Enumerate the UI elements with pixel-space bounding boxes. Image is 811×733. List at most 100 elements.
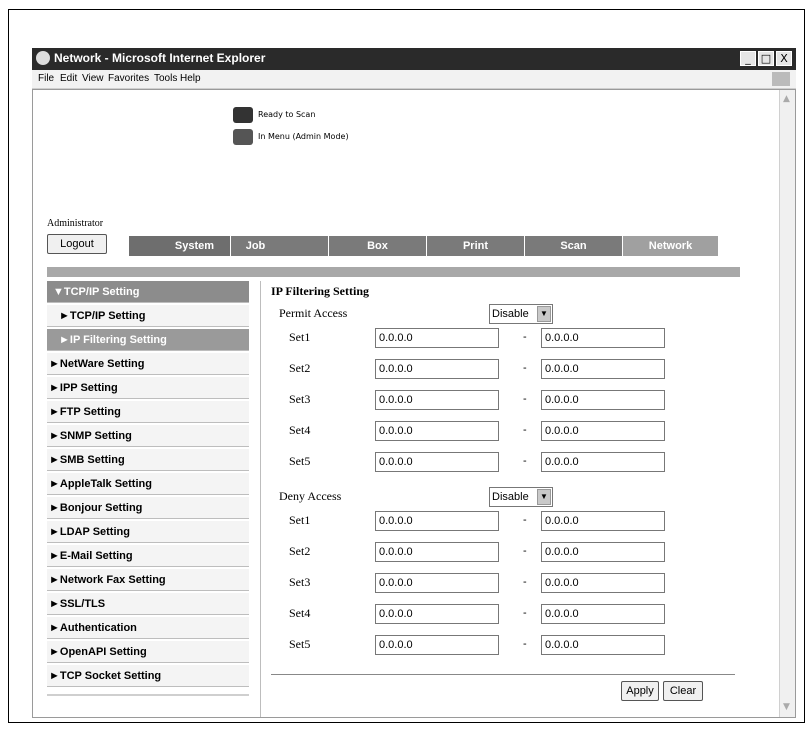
permit-set1-from-field[interactable]: 0.0.0.0 — [375, 328, 499, 348]
deny-set2-label: Set2 — [289, 544, 311, 558]
menu-tools[interactable]: Tools — [154, 73, 177, 84]
permit-set1-label: Set1 — [289, 330, 311, 344]
deny-set1-label: Set1 — [289, 513, 311, 527]
sidebar-item-tcpip-group[interactable]: ▼TCP/IP Setting — [47, 281, 249, 303]
deny-set4-dash: - — [523, 607, 527, 619]
permit-access-select[interactable]: Disable ▼ — [489, 304, 553, 324]
menu-file[interactable]: File — [38, 73, 54, 84]
sidebar-item-snmp[interactable]: ►SNMP Setting — [47, 425, 249, 447]
clear-button[interactable]: Clear — [663, 681, 703, 701]
browser-window: Network - Microsoft Internet Explorer _ … — [32, 48, 796, 718]
sidebar-item-ip-filtering[interactable]: ►IP Filtering Setting — [47, 329, 249, 351]
sidebar-item-openapi[interactable]: ►OpenAPI Setting — [47, 641, 249, 663]
logout-button[interactable]: Logout — [47, 234, 107, 254]
tab-system[interactable]: System — [129, 236, 231, 256]
scanner-icon — [233, 107, 253, 123]
windows-flag-icon — [772, 72, 790, 86]
deny-set1-from-field[interactable]: 0.0.0.0 — [375, 511, 499, 531]
permit-set4-label: Set4 — [289, 423, 311, 437]
permit-set1-to-field[interactable]: 0.0.0.0 — [541, 328, 665, 348]
menu-bar: File Edit View Favorites Tools Help — [32, 70, 796, 89]
tab-network[interactable]: Network — [623, 236, 719, 256]
tab-box[interactable]: Box — [329, 236, 427, 256]
sidebar-item-netware[interactable]: ►NetWare Setting — [47, 353, 249, 375]
permit-set2-from-field[interactable]: 0.0.0.0 — [375, 359, 499, 379]
status-admin-mode: In Menu (Admin Mode) — [258, 132, 349, 141]
status-ready: Ready to Scan — [258, 110, 316, 119]
deny-set5-from-field[interactable]: 0.0.0.0 — [375, 635, 499, 655]
permit-set5-dash: - — [523, 455, 527, 467]
sidebar-bottom-divider — [47, 694, 249, 696]
permit-set5-from-field[interactable]: 0.0.0.0 — [375, 452, 499, 472]
permit-set3-from-field[interactable]: 0.0.0.0 — [375, 390, 499, 410]
permit-select-value: Disable — [492, 308, 529, 320]
chevron-down-icon[interactable]: ▼ — [537, 306, 551, 322]
deny-set5-to-field[interactable]: 0.0.0.0 — [541, 635, 665, 655]
permit-set2-label: Set2 — [289, 361, 311, 375]
deny-access-label: Deny Access — [279, 489, 342, 503]
deny-select-value: Disable — [492, 491, 529, 503]
warning-icon — [233, 129, 253, 145]
permit-set2-to-field[interactable]: 0.0.0.0 — [541, 359, 665, 379]
tab-job[interactable]: Job — [231, 236, 329, 256]
maximize-button[interactable]: □ — [758, 51, 774, 66]
permit-set3-to-field[interactable]: 0.0.0.0 — [541, 390, 665, 410]
sidebar-item-tcp-socket[interactable]: ►TCP Socket Setting — [47, 665, 249, 687]
menu-help[interactable]: Help — [180, 73, 201, 84]
deny-set4-to-field[interactable]: 0.0.0.0 — [541, 604, 665, 624]
deny-set2-dash: - — [523, 545, 527, 557]
sidebar-item-email[interactable]: ►E-Mail Setting — [47, 545, 249, 567]
sidebar-item-ldap[interactable]: ►LDAP Setting — [47, 521, 249, 543]
sidebar-item-tcpip[interactable]: ►TCP/IP Setting — [47, 305, 249, 327]
permit-set4-dash: - — [523, 424, 527, 436]
sidebar-item-ssl-tls[interactable]: ►SSL/TLS — [47, 593, 249, 615]
tab-scan[interactable]: Scan — [525, 236, 623, 256]
content-divider — [260, 281, 261, 717]
menu-view[interactable]: View — [82, 73, 104, 84]
deny-set2-from-field[interactable]: 0.0.0.0 — [375, 542, 499, 562]
window-title: Network - Microsoft Internet Explorer — [54, 51, 266, 65]
deny-set1-to-field[interactable]: 0.0.0.0 — [541, 511, 665, 531]
apply-button[interactable]: Apply — [621, 681, 659, 701]
user-role: Administrator — [47, 218, 104, 229]
scroll-down-icon[interactable]: ▼ — [783, 702, 790, 712]
tab-print[interactable]: Print — [427, 236, 525, 256]
sidebar-item-network-fax[interactable]: ►Network Fax Setting — [47, 569, 249, 591]
deny-set5-label: Set5 — [289, 637, 311, 651]
permit-set4-to-field[interactable]: 0.0.0.0 — [541, 421, 665, 441]
permit-access-label: Permit Access — [279, 306, 348, 320]
permit-set3-dash: - — [523, 393, 527, 405]
deny-set1-dash: - — [523, 514, 527, 526]
scroll-up-icon[interactable]: ▲ — [783, 94, 790, 104]
page-content: ▲ ▼ Ready to Scan In Menu (Admin Mode) A… — [32, 89, 796, 718]
sidebar-item-appletalk[interactable]: ►AppleTalk Setting — [47, 473, 249, 495]
sidebar-item-ipp[interactable]: ►IPP Setting — [47, 377, 249, 399]
form-divider — [271, 674, 735, 675]
menu-favorites[interactable]: Favorites — [108, 73, 149, 84]
permit-set5-to-field[interactable]: 0.0.0.0 — [541, 452, 665, 472]
deny-set4-from-field[interactable]: 0.0.0.0 — [375, 604, 499, 624]
minimize-button[interactable]: _ — [740, 51, 756, 66]
deny-set3-from-field[interactable]: 0.0.0.0 — [375, 573, 499, 593]
form-title: IP Filtering Setting — [271, 284, 369, 298]
sidebar-item-bonjour[interactable]: ►Bonjour Setting — [47, 497, 249, 519]
sidebar-item-authentication[interactable]: ►Authentication — [47, 617, 249, 639]
chevron-down-icon[interactable]: ▼ — [537, 489, 551, 505]
sidebar-item-smb[interactable]: ►SMB Setting — [47, 449, 249, 471]
deny-set3-to-field[interactable]: 0.0.0.0 — [541, 573, 665, 593]
deny-access-select[interactable]: Disable ▼ — [489, 487, 553, 507]
permit-set2-dash: - — [523, 362, 527, 374]
close-button[interactable]: X — [776, 51, 792, 66]
sidebar-item-ftp[interactable]: ►FTP Setting — [47, 401, 249, 423]
permit-set4-from-field[interactable]: 0.0.0.0 — [375, 421, 499, 441]
deny-set5-dash: - — [523, 638, 527, 650]
vertical-scrollbar[interactable]: ▲ ▼ — [779, 90, 795, 717]
permit-set3-label: Set3 — [289, 392, 311, 406]
permit-set1-dash: - — [523, 331, 527, 343]
title-bar: Network - Microsoft Internet Explorer _ … — [32, 48, 796, 70]
ie-logo-icon — [36, 51, 50, 65]
menu-edit[interactable]: Edit — [60, 73, 77, 84]
header-divider-bar — [47, 267, 740, 277]
deny-set2-to-field[interactable]: 0.0.0.0 — [541, 542, 665, 562]
deny-set3-label: Set3 — [289, 575, 311, 589]
